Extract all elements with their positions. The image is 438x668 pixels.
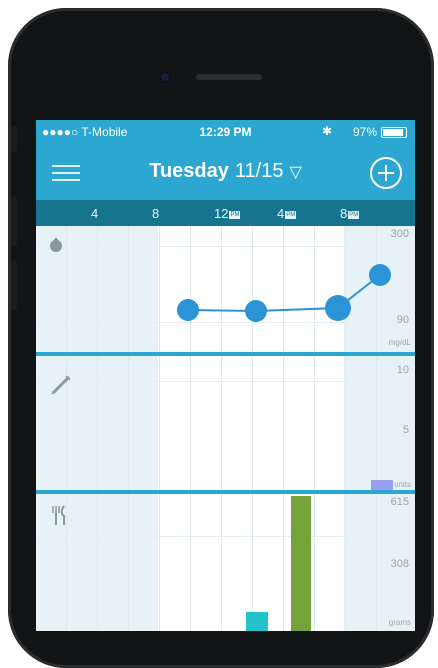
syringe-icon <box>51 375 71 395</box>
time-axis: 4 8 12 PM 4 PM 8 PM <box>36 200 415 226</box>
carbs-axis-max: 615 <box>390 496 409 508</box>
bluetooth-icon: ✱ <box>321 124 332 138</box>
time-tick: 8 PM <box>340 206 360 221</box>
glucose-line <box>187 274 381 313</box>
date-selector[interactable]: Tuesday 11/15 ▽ <box>36 160 415 183</box>
carb-bar[interactable] <box>291 496 311 631</box>
fork-knife-icon <box>50 504 68 532</box>
chevron-down-icon: ▽ <box>289 164 302 181</box>
carbs-axis-mid: 308 <box>390 558 409 570</box>
insulin-axis-max: 10 <box>396 364 409 376</box>
glucose-plot <box>177 264 391 322</box>
insulin-axis-mid: 5 <box>402 424 409 436</box>
carb-bar[interactable] <box>246 612 268 631</box>
app-header: ●●●●○ T-Mobile 12:29 PM ✱ 97% Tuesday 11/… <box>36 120 415 200</box>
status-bar: ●●●●○ T-Mobile 12:29 PM ✱ 97% <box>36 120 415 142</box>
add-entry-icon[interactable] <box>370 157 402 189</box>
glucose-point <box>369 264 391 286</box>
glucose-point <box>177 299 199 321</box>
insulin-unit: units <box>394 480 411 489</box>
insulin-bar[interactable] <box>371 480 393 490</box>
section-divider <box>36 352 415 356</box>
front-camera <box>159 71 171 83</box>
time-tick: 8 <box>152 206 160 221</box>
time-tick: 4 <box>91 206 99 221</box>
mute-switch <box>11 126 17 152</box>
glucose-point <box>245 300 267 322</box>
section-divider <box>36 490 415 494</box>
date-label: 11/15 <box>234 160 284 182</box>
battery-percent: 97% <box>352 125 377 139</box>
volume-up-button <box>11 196 17 246</box>
glucose-point <box>325 295 351 321</box>
day-label: Tuesday <box>149 160 229 182</box>
time-tick: 12 PM <box>214 206 241 221</box>
volume-down-button <box>11 260 17 310</box>
app-screen: ●●●●○ T-Mobile 12:29 PM ✱ 97% Tuesday 11/… <box>36 120 415 631</box>
earpiece-speaker <box>196 74 262 80</box>
battery-icon <box>381 127 407 138</box>
daily-chart[interactable]: 300 90 mg/dL 10 5 units 615 308 grams <box>36 226 415 631</box>
time-tick: 4 PM <box>277 206 297 221</box>
carbs-unit: grams <box>388 618 411 627</box>
